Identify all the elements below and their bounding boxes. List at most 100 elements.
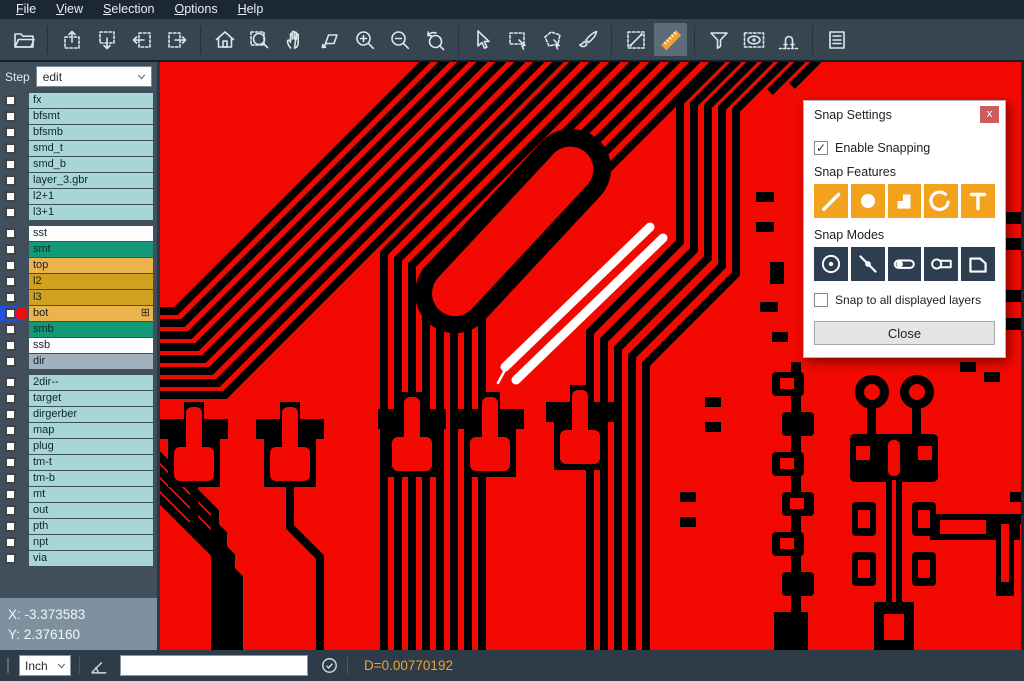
pan-button[interactable] xyxy=(278,23,311,56)
layer-row-tm-t[interactable]: tm-t xyxy=(0,455,157,470)
dialog-titlebar[interactable]: Snap Settings x xyxy=(804,101,1005,128)
layer-visibility-checkbox[interactable] xyxy=(0,551,20,566)
layer-visibility-checkbox[interactable] xyxy=(0,338,20,353)
snap-feature-text-button[interactable] xyxy=(961,184,995,218)
layer-label[interactable]: l3+1 xyxy=(29,205,153,220)
layer-visibility-checkbox[interactable] xyxy=(0,189,20,204)
view-selection-button[interactable] xyxy=(737,23,770,56)
layer-row-bot[interactable]: bot⊞ xyxy=(0,306,157,321)
layer-row-smd_t[interactable]: smd_t xyxy=(0,141,157,156)
menu-file[interactable]: File xyxy=(6,0,46,19)
layer-row-smt[interactable]: smt xyxy=(0,242,157,257)
snap-mode-corner-button[interactable] xyxy=(961,247,995,281)
measure-line-button[interactable] xyxy=(619,23,652,56)
grid-icon[interactable]: ⊞ xyxy=(141,306,150,321)
layer-row-l3[interactable]: l3 xyxy=(0,290,157,305)
layer-visibility-checkbox[interactable] xyxy=(0,274,20,289)
layer-label[interactable]: smb xyxy=(29,322,153,337)
layer-visibility-checkbox[interactable] xyxy=(0,258,20,273)
layer-visibility-checkbox[interactable] xyxy=(0,290,20,305)
brush-select-button[interactable] xyxy=(571,23,604,56)
all-layers-checkbox[interactable] xyxy=(814,293,828,307)
layer-visibility-checkbox[interactable] xyxy=(0,226,20,241)
layer-row-mt[interactable]: mt xyxy=(0,487,157,502)
layer-label[interactable]: l3 xyxy=(29,290,153,305)
layer-label[interactable]: tm-b xyxy=(29,471,153,486)
menu-selection[interactable]: Selection xyxy=(93,0,164,19)
layer-visibility-checkbox[interactable] xyxy=(0,93,20,108)
layer-visibility-checkbox[interactable] xyxy=(0,125,20,140)
layer-row-npt[interactable]: npt xyxy=(0,535,157,550)
layer-label[interactable]: smt xyxy=(29,242,153,257)
layer-visibility-checkbox[interactable] xyxy=(0,423,20,438)
snap-feature-surface-button[interactable] xyxy=(888,184,922,218)
snap-mode-on-element-button[interactable] xyxy=(851,247,885,281)
layer-visibility-checkbox[interactable] xyxy=(0,535,20,550)
unit-select[interactable]: Inch xyxy=(19,655,71,676)
snap-mode-center-button[interactable] xyxy=(814,247,848,281)
layer-row-map[interactable]: map xyxy=(0,423,157,438)
layer-visibility-checkbox[interactable] xyxy=(0,141,20,156)
move-up-button[interactable] xyxy=(55,23,88,56)
command-input[interactable] xyxy=(120,655,308,676)
home-button[interactable] xyxy=(208,23,241,56)
layer-visibility-checkbox[interactable] xyxy=(0,503,20,518)
zoom-in-button[interactable] xyxy=(348,23,381,56)
layer-visibility-checkbox[interactable] xyxy=(0,439,20,454)
layer-visibility-checkbox[interactable] xyxy=(0,242,20,257)
step-select[interactable]: edit xyxy=(36,66,152,87)
snap-mode-slot-end-button[interactable] xyxy=(888,247,922,281)
layer-label[interactable]: plug xyxy=(29,439,153,454)
layer-label[interactable]: target xyxy=(29,391,153,406)
layer-row-l3+1[interactable]: l3+1 xyxy=(0,205,157,220)
zoom-previous-button[interactable] xyxy=(418,23,451,56)
layer-visibility-checkbox[interactable] xyxy=(0,519,20,534)
layer-visibility-checkbox[interactable] xyxy=(0,205,20,220)
layer-row-l2[interactable]: l2 xyxy=(0,274,157,289)
layer-label[interactable]: smd_b xyxy=(29,157,153,172)
layer-visibility-checkbox[interactable] xyxy=(0,173,20,188)
snap-button[interactable] xyxy=(772,23,805,56)
layer-row-bfsmb[interactable]: bfsmb xyxy=(0,125,157,140)
layer-label[interactable]: out xyxy=(29,503,153,518)
layer-row-via[interactable]: via xyxy=(0,551,157,566)
ruler-button[interactable] xyxy=(654,23,687,56)
filter-button[interactable] xyxy=(702,23,735,56)
layer-label[interactable]: tm-t xyxy=(29,455,153,470)
layer-label[interactable]: via xyxy=(29,551,153,566)
layer-label[interactable]: dir xyxy=(29,354,153,369)
menu-options[interactable]: Options xyxy=(164,0,227,19)
layer-row-l2+1[interactable]: l2+1 xyxy=(0,189,157,204)
layer-label[interactable]: npt xyxy=(29,535,153,550)
zoom-window-button[interactable] xyxy=(243,23,276,56)
all-layers-row[interactable]: Snap to all displayed layers xyxy=(814,293,995,307)
enable-snapping-checkbox[interactable]: ✓ xyxy=(814,141,828,155)
layer-label[interactable]: mt xyxy=(29,487,153,502)
menu-view[interactable]: View xyxy=(46,0,93,19)
open-file-button[interactable] xyxy=(7,23,40,56)
layer-visibility-checkbox[interactable] xyxy=(0,471,20,486)
layer-row-layer_3.gbr[interactable]: layer_3.gbr xyxy=(0,173,157,188)
layer-visibility-checkbox[interactable] xyxy=(0,157,20,172)
report-button[interactable] xyxy=(820,23,853,56)
layer-label[interactable]: 2dir-- xyxy=(29,375,153,390)
layer-row-tm-b[interactable]: tm-b xyxy=(0,471,157,486)
select-button[interactable] xyxy=(466,23,499,56)
layer-visibility-checkbox[interactable] xyxy=(0,109,20,124)
layer-row-out[interactable]: out xyxy=(0,503,157,518)
layer-row-2dir--[interactable]: 2dir-- xyxy=(0,375,157,390)
layer-visibility-checkbox[interactable] xyxy=(0,487,20,502)
layer-row-target[interactable]: target xyxy=(0,391,157,406)
layer-label[interactable]: dirgerber xyxy=(29,407,153,422)
layer-row-ssb[interactable]: ssb xyxy=(0,338,157,353)
layer-row-pth[interactable]: pth xyxy=(0,519,157,534)
layer-label[interactable]: map xyxy=(29,423,153,438)
snap-mode-slot-button[interactable] xyxy=(924,247,958,281)
move-down-button[interactable] xyxy=(90,23,123,56)
layer-row-dir[interactable]: dir xyxy=(0,354,157,369)
layer-label[interactable]: l2 xyxy=(29,274,153,289)
snap-feature-line-button[interactable] xyxy=(814,184,848,218)
menu-help[interactable]: Help xyxy=(228,0,274,19)
layer-row-fx[interactable]: fx xyxy=(0,93,157,108)
layer-label[interactable]: top xyxy=(29,258,153,273)
